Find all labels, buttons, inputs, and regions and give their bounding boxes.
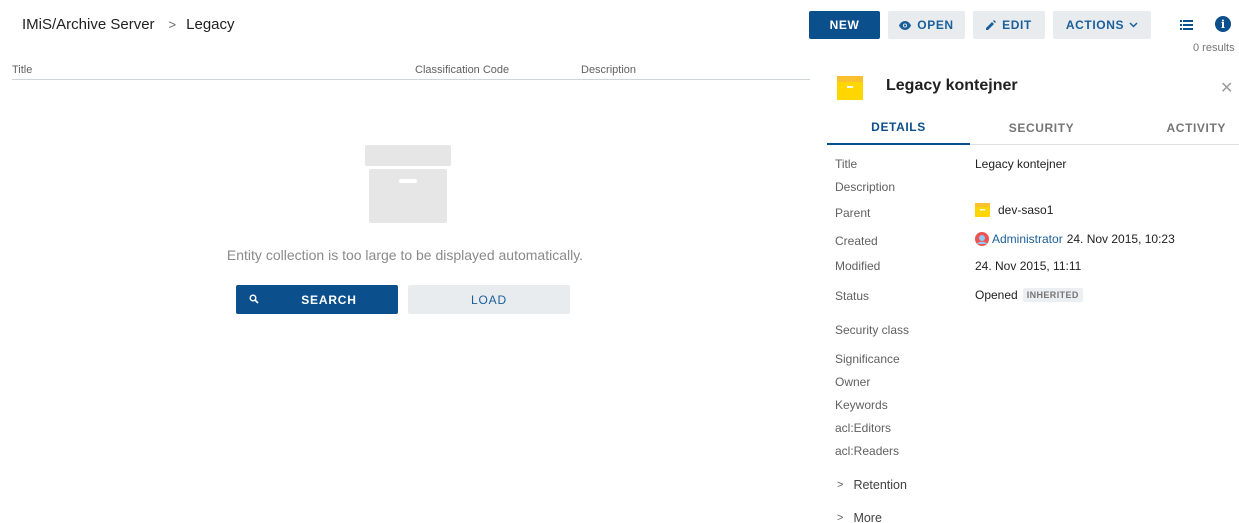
more-section-toggle[interactable]: > More: [835, 511, 882, 523]
breadcrumb: IMiS/Archive Server > Legacy: [22, 16, 235, 33]
breadcrumb-root[interactable]: IMiS/Archive Server: [22, 16, 155, 33]
prop-label-owner: Owner: [835, 375, 871, 389]
eye-icon: [899, 20, 912, 30]
retention-label: Retention: [853, 478, 907, 492]
prop-label-keywords: Keywords: [835, 398, 888, 412]
chevron-right-icon: >: [837, 479, 844, 491]
prop-value-created: Administrator 24. Nov 2015, 10:23: [975, 232, 1175, 246]
tab-details[interactable]: DETAILS: [827, 110, 970, 145]
actions-button[interactable]: ACTIONS: [1053, 11, 1151, 39]
breadcrumb-separator: >: [168, 17, 177, 32]
retention-section-toggle[interactable]: > Retention: [835, 478, 907, 492]
more-label: More: [853, 511, 882, 523]
new-button-label: NEW: [829, 18, 860, 32]
prop-label-security-class: Security class: [835, 323, 910, 337]
prop-label-modified: Modified: [835, 259, 881, 273]
chevron-down-icon: [1129, 22, 1138, 28]
prop-label-significance: Significance: [835, 352, 900, 366]
actions-button-label: ACTIONS: [1065, 18, 1125, 32]
parent-link[interactable]: dev-saso1: [998, 203, 1053, 217]
prop-value-title: Legacy kontejner: [975, 157, 1067, 171]
prop-value-parent[interactable]: dev-saso1: [975, 203, 1053, 217]
status-badge: INHERITED: [1022, 288, 1083, 302]
column-classification-code[interactable]: Classification Code: [415, 64, 509, 76]
parent-container-icon: [975, 203, 990, 217]
new-button[interactable]: NEW: [809, 11, 880, 39]
search-icon: [249, 293, 259, 307]
list-view-icon[interactable]: [1180, 17, 1193, 35]
search-button-label: SEARCH: [301, 292, 357, 307]
panel-tabs: DETAILS SECURITY ACTIVITY: [827, 110, 1239, 145]
prop-label-parent: Parent: [835, 206, 871, 220]
prop-value-modified: 24. Nov 2015, 11:11: [975, 259, 1082, 273]
created-user-link[interactable]: Administrator: [992, 232, 1063, 246]
pencil-icon: [986, 20, 997, 30]
table-header: Title Classification Code Description: [12, 64, 810, 80]
prop-label-acl-editors: acl:Editors: [835, 421, 892, 435]
column-title[interactable]: Title: [12, 64, 32, 76]
tab-activity[interactable]: ACTIVITY: [1113, 110, 1239, 145]
panel-title: Legacy kontejner: [886, 77, 1018, 94]
edit-button[interactable]: EDIT: [973, 11, 1045, 39]
empty-state-message: Entity collection is too large to be dis…: [226, 247, 584, 263]
open-button-label: OPEN: [917, 18, 954, 32]
open-button[interactable]: OPEN: [888, 11, 965, 39]
search-button[interactable]: SEARCH: [236, 285, 398, 314]
status-value: Opened: [975, 288, 1018, 302]
breadcrumb-current: Legacy: [186, 16, 235, 33]
prop-label-title: Title: [835, 157, 858, 171]
info-icon[interactable]: i: [1215, 16, 1231, 32]
prop-value-status: Opened INHERITED: [975, 288, 1083, 302]
container-icon: [837, 76, 863, 105]
chevron-right-icon: >: [837, 512, 844, 523]
archive-box-icon: [365, 145, 451, 228]
prop-label-description: Description: [835, 180, 896, 194]
load-button[interactable]: LOAD: [408, 285, 570, 314]
prop-label-created: Created: [835, 234, 878, 248]
prop-label-status: Status: [835, 289, 870, 303]
created-date: 24. Nov 2015, 10:23: [1066, 232, 1175, 246]
load-button-label: LOAD: [471, 292, 507, 307]
prop-label-acl-readers: acl:Readers: [835, 444, 900, 458]
details-panel: Legacy kontejner ✕ DETAILS SECURITY ACTI…: [827, 60, 1239, 523]
edit-button-label: EDIT: [1002, 18, 1032, 32]
avatar: [975, 232, 989, 246]
results-count: 0 results: [1193, 42, 1235, 54]
tab-security[interactable]: SECURITY: [970, 110, 1113, 145]
column-description[interactable]: Description: [581, 64, 636, 76]
close-icon[interactable]: ✕: [1220, 78, 1233, 98]
